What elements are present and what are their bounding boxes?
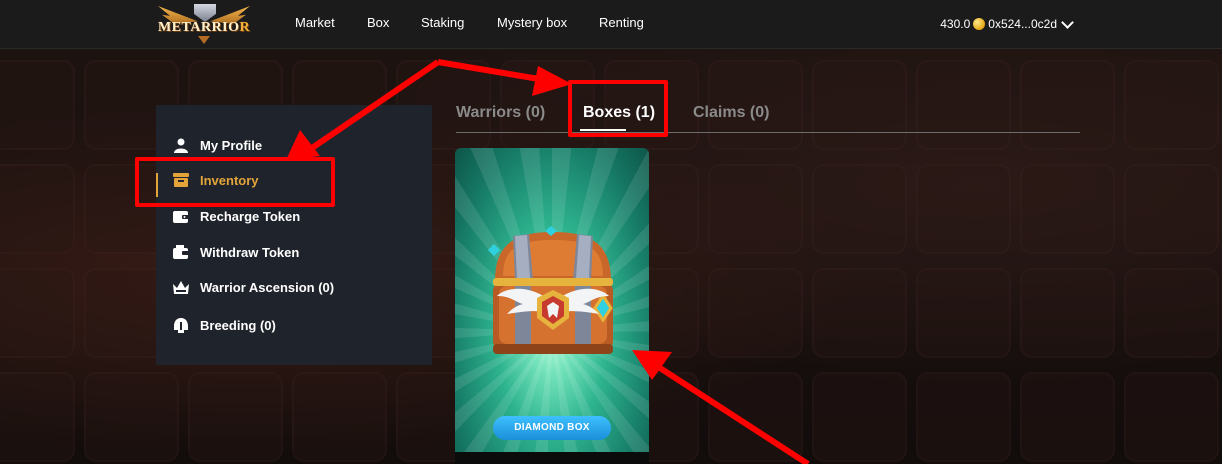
annotation-arrows — [286, 59, 810, 464]
arrow-to-card-line — [658, 365, 810, 464]
arrow-to-card-head — [632, 350, 672, 380]
arrow-to-boxes-tab-line — [437, 59, 546, 83]
arrow-to-boxes-tab-head — [532, 66, 572, 96]
arrow-to-inventory-line — [310, 59, 440, 151]
